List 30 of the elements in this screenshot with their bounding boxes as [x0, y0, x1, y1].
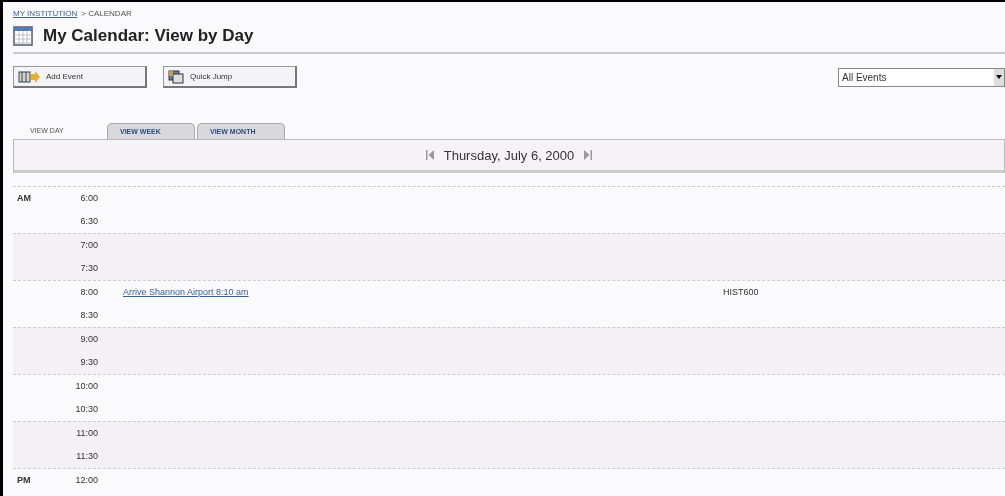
event-add-icon [18, 70, 40, 83]
course-label: HIST600 [723, 287, 759, 298]
time-label: 7:30 [80, 263, 98, 274]
time-label: 8:30 [80, 310, 98, 321]
breadcrumb-item: > CALENDAR [81, 8, 132, 20]
time-label: 11:00 [76, 428, 98, 439]
period-label: AM [17, 193, 31, 204]
period-label: PM [17, 475, 31, 486]
date-heading: Thursday, July 6, 2000 [443, 146, 575, 165]
time-label: 12:00 [75, 475, 98, 486]
time-label: 11:30 [76, 451, 98, 462]
breadcrumb-link[interactable]: MY INSTITUTION [13, 8, 78, 20]
page-title: My Calendar: View by Day [43, 26, 254, 47]
filter-dropdown[interactable]: All Events [838, 67, 1005, 87]
time-label: 7:00 [80, 240, 98, 251]
quick-jump-button[interactable]: Quick Jump [163, 66, 297, 89]
calendar-icon [13, 26, 33, 47]
add-event-button[interactable]: Add Event [13, 66, 147, 89]
time-label: 6:00 [80, 193, 98, 204]
time-label: 8:00 [80, 287, 98, 298]
time-label: 9:00 [80, 334, 98, 345]
time-label: 9:30 [80, 357, 98, 368]
previous-day-icon[interactable] [425, 150, 434, 161]
event-link[interactable]: Arrive Shannon Airport 8:10 am [123, 287, 249, 298]
time-label: 10:30 [75, 404, 98, 415]
dropdown-arrow-icon [996, 75, 1002, 80]
jump-icon [168, 69, 184, 84]
next-day-icon[interactable] [584, 150, 593, 161]
time-label: 6:30 [80, 216, 98, 227]
time-label: 10:00 [75, 381, 98, 392]
